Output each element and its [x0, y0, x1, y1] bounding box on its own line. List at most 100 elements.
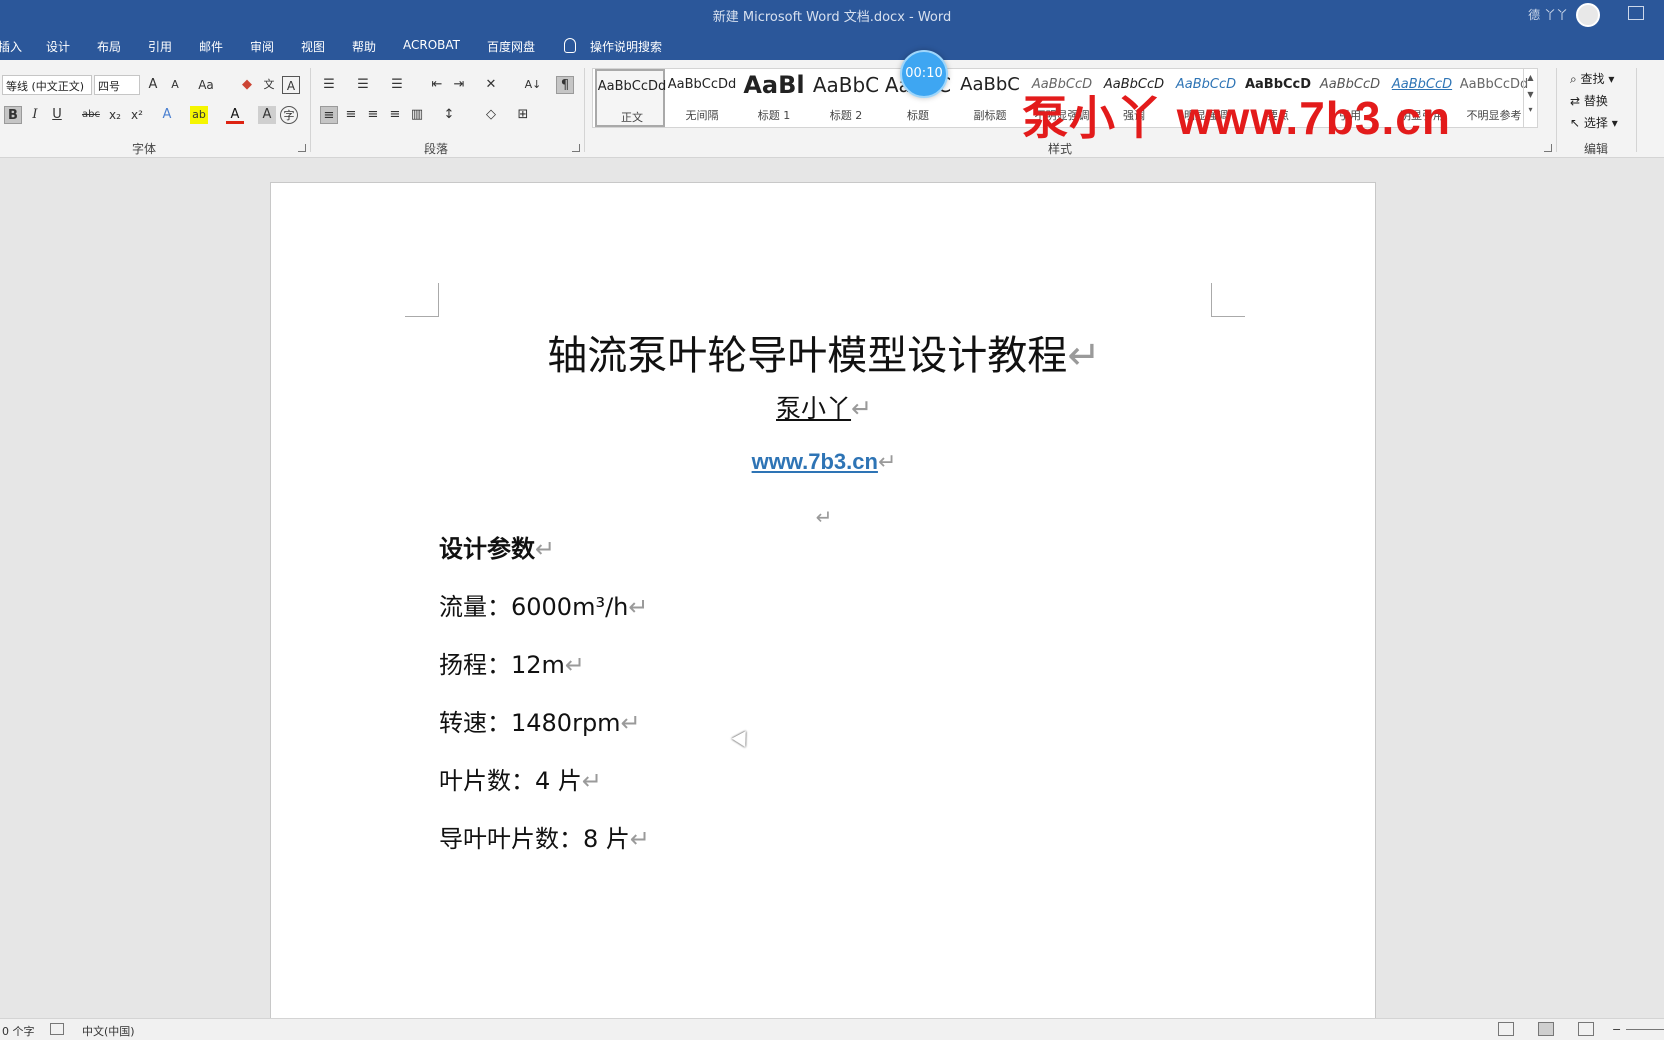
font-dialog-launcher-icon[interactable] — [298, 144, 306, 152]
increase-indent-icon[interactable]: ⇥ — [450, 76, 468, 94]
editing-group-label: 编辑 — [1584, 142, 1609, 156]
replace-button[interactable]: ⇄ 替换 — [1570, 92, 1608, 109]
tab-references[interactable]: 引用 — [148, 38, 172, 55]
styles-dialog-launcher-icon[interactable] — [1544, 144, 1552, 152]
read-mode-icon[interactable] — [1498, 1022, 1514, 1036]
window-title: 新建 Microsoft Word 文档.docx - Word — [712, 10, 952, 25]
style-heading-1[interactable]: AaBl 标题 1 — [739, 69, 809, 127]
clear-formatting-icon[interactable]: ◆ — [238, 76, 256, 94]
document-page[interactable]: 轴流泵叶轮导叶模型设计教程↵ 泵小丫↵ www.7b3.cn↵ ↵ 设计参数↵ … — [270, 182, 1376, 1022]
ribbon-display-options-icon[interactable] — [1628, 6, 1644, 20]
bullets-icon[interactable]: ☰ — [320, 76, 338, 94]
status-bar: 0 个字 中文(中国) − — [0, 1018, 1664, 1040]
empty-paragraph[interactable]: ↵ — [271, 505, 1377, 529]
tab-layout[interactable]: 布局 — [97, 38, 121, 55]
tab-acrobat[interactable]: ACROBAT — [403, 38, 460, 52]
tab-view[interactable]: 视图 — [301, 38, 325, 55]
avatar[interactable] — [1576, 3, 1600, 27]
shrink-font-icon[interactable]: A — [166, 76, 184, 94]
font-size-box[interactable]: 四号 — [94, 75, 140, 95]
scroll-up-icon[interactable]: ▲ — [1524, 73, 1537, 82]
multilevel-list-icon[interactable]: ☰ — [388, 76, 406, 94]
show-marks-icon[interactable]: ¶ — [556, 76, 574, 94]
paragraph-mark: ↵ — [628, 593, 649, 621]
phonetic-guide-icon[interactable]: 文 — [260, 76, 278, 94]
change-case-icon[interactable]: Aa — [194, 76, 218, 94]
subscript-icon[interactable]: x₂ — [106, 106, 124, 124]
scroll-down-icon[interactable]: ▼ — [1524, 90, 1537, 99]
style-heading-2[interactable]: AaBbC 标题 2 — [811, 69, 881, 127]
zoom-slider[interactable] — [1626, 1029, 1664, 1030]
paragraph-mark: ↵ — [581, 767, 603, 795]
shading-icon[interactable]: ◇ — [482, 106, 500, 124]
select-button[interactable]: ↖ 选择 ▾ — [1570, 114, 1618, 131]
style-subtle-reference[interactable]: AaBbCcDd 不明显参考 — [1459, 69, 1529, 127]
tab-design[interactable]: 设计 — [46, 38, 70, 55]
character-border-icon[interactable]: A — [282, 76, 300, 94]
recording-timer: 00:10 — [900, 50, 948, 98]
tell-me-search[interactable]: 操作说明搜索 — [590, 38, 662, 55]
tab-insert[interactable]: 插入 — [0, 38, 22, 55]
tab-review[interactable]: 审阅 — [250, 38, 274, 55]
link-text[interactable]: www.7b3.cn — [752, 449, 878, 474]
paragraph-mark: ↵ — [851, 394, 872, 423]
website-link[interactable]: www.7b3.cn↵ — [271, 449, 1377, 475]
italic-icon[interactable]: I — [26, 106, 44, 124]
param-flow[interactable]: 流量：6000m³/h↵ — [439, 587, 648, 622]
gallery-more-icon[interactable]: ▾ — [1524, 105, 1537, 114]
character-shading-icon[interactable]: A — [258, 106, 276, 124]
align-right-icon[interactable]: ≡ — [364, 106, 382, 124]
enclose-characters-icon[interactable]: 字 — [280, 106, 298, 124]
borders-icon[interactable]: ⊞ — [514, 106, 532, 124]
tab-help[interactable]: 帮助 — [352, 38, 376, 55]
highlight-icon[interactable]: ab — [190, 106, 208, 124]
distributed-icon[interactable]: ▥ — [408, 106, 426, 124]
chinese-layout-icon[interactable]: ✕ — [482, 76, 500, 94]
tab-baidu-netdisk[interactable]: 百度网盘 — [487, 38, 535, 55]
sort-icon[interactable]: A↓ — [524, 76, 542, 94]
tab-mailings[interactable]: 邮件 — [199, 38, 223, 55]
bold-icon[interactable]: B — [4, 106, 22, 124]
param-head[interactable]: 扬程：12m↵ — [439, 645, 585, 680]
paragraph-mark: ↵ — [1067, 333, 1101, 379]
print-layout-icon[interactable] — [1538, 1022, 1554, 1036]
font-name-box[interactable]: 等线 (中文正文) — [2, 75, 92, 95]
style-name: 标题 2 — [829, 109, 863, 122]
param-text: 叶片数：4 片 — [439, 767, 582, 795]
grow-font-icon[interactable]: A — [144, 76, 162, 94]
style-name: 标题 1 — [757, 109, 791, 122]
style-no-spacing[interactable]: AaBbCcDd 无间隔 — [667, 69, 737, 127]
decrease-indent-icon[interactable]: ⇤ — [428, 76, 446, 94]
superscript-icon[interactable]: x² — [128, 106, 146, 124]
word-count[interactable]: 0 个字 — [2, 1023, 35, 1039]
underline-icon[interactable]: U — [48, 106, 66, 124]
justify-icon[interactable]: ≡ — [386, 106, 404, 124]
lightbulb-icon[interactable] — [564, 38, 576, 53]
language-indicator[interactable]: 中文(中国) — [82, 1023, 135, 1039]
section-heading[interactable]: 设计参数↵ — [439, 529, 555, 564]
group-divider — [1636, 68, 1637, 152]
font-color-icon[interactable]: A — [226, 106, 244, 124]
heading-text: 设计参数 — [439, 535, 535, 563]
style-sample: AaBbCcDd — [597, 79, 667, 94]
document-title[interactable]: 轴流泵叶轮导叶模型设计教程↵ — [271, 323, 1377, 381]
proofing-icon[interactable] — [50, 1023, 64, 1035]
param-guide-vane-count[interactable]: 导叶叶片数：8 片↵ — [439, 819, 650, 854]
param-speed[interactable]: 转速：1480rpm↵ — [439, 703, 641, 738]
numbering-icon[interactable]: ☰ — [354, 76, 372, 94]
style-subtitle[interactable]: AaBbC 副标题 — [955, 69, 1025, 127]
gallery-scroll[interactable]: ▲ ▼ ▾ — [1523, 69, 1537, 127]
document-author[interactable]: 泵小丫↵ — [271, 389, 1377, 425]
param-blade-count[interactable]: 叶片数：4 片↵ — [439, 761, 602, 796]
web-layout-icon[interactable] — [1578, 1022, 1594, 1036]
text-effects-icon[interactable]: A — [158, 106, 176, 124]
align-center-icon[interactable]: ≡ — [342, 106, 360, 124]
find-button[interactable]: ⌕ 查找 ▾ — [1570, 70, 1614, 87]
user-name[interactable]: 德 丫丫 — [1528, 6, 1568, 23]
line-spacing-icon[interactable]: ↕ — [440, 106, 458, 124]
align-left-icon[interactable]: ≡ — [320, 106, 338, 124]
zoom-out-icon[interactable]: − — [1612, 1023, 1621, 1036]
style-normal[interactable]: AaBbCcDd 正文 — [595, 69, 667, 127]
strikethrough-icon[interactable]: abc — [82, 106, 100, 124]
paragraph-dialog-launcher-icon[interactable] — [572, 144, 580, 152]
